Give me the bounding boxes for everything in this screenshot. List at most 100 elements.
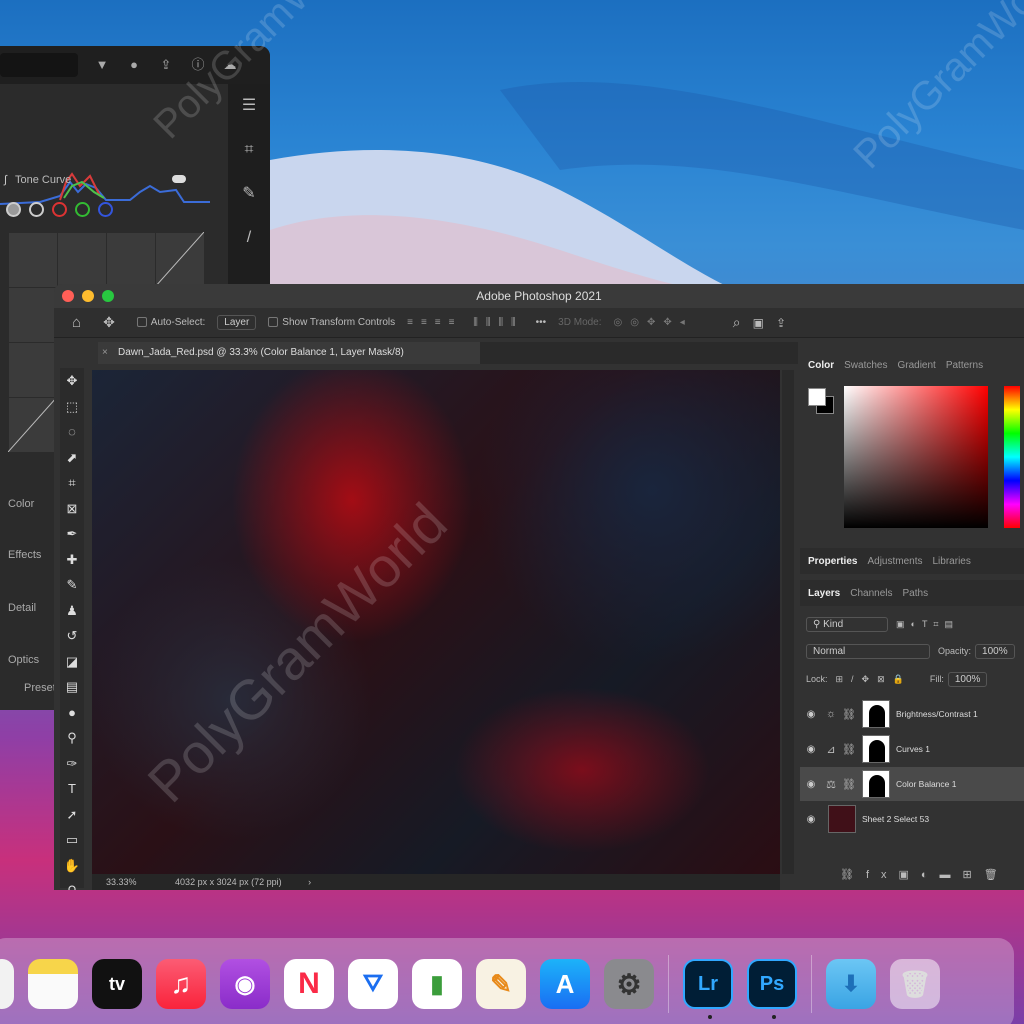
healing-tool-icon[interactable]: ✚ [60, 547, 84, 573]
tab-color[interactable]: Color [808, 360, 834, 371]
lock-icons[interactable]: ⊞/✥⊠🔒 [836, 674, 912, 685]
app-store-icon[interactable]: A [540, 959, 590, 1009]
notes-app-icon[interactable] [28, 959, 78, 1009]
history-brush-tool-icon[interactable]: ↺ [60, 623, 84, 649]
document-tab[interactable]: × Dawn_Jada_Red.psd @ 33.3% (Color Balan… [98, 342, 480, 364]
brush-icon[interactable]: / [228, 216, 270, 260]
tab-patterns[interactable]: Patterns [946, 360, 983, 371]
move-tool-icon[interactable]: ✥ [103, 314, 115, 331]
apple-tv-app-icon[interactable]: tv [92, 959, 142, 1009]
zoom-tool-icon[interactable]: ⚲ [60, 878, 84, 890]
lightroom-search-field[interactable] [0, 53, 78, 77]
pen-tool-icon[interactable]: ✑ [60, 751, 84, 777]
show-transform-checkbox[interactable]: Show Transform Controls [268, 317, 395, 328]
visibility-eye-icon[interactable]: ◉ [800, 709, 822, 720]
layer-row-selected[interactable]: ◉ ⚖ ⛓ Color Balance 1 [800, 767, 1024, 801]
opacity-field[interactable]: 100% [975, 643, 1015, 659]
red-curve-icon[interactable] [52, 202, 67, 217]
tone-curve-toggle[interactable] [172, 175, 186, 183]
dodge-tool-icon[interactable]: ⚲ [60, 725, 84, 751]
tab-libraries[interactable]: Libraries [933, 556, 971, 567]
photo-icon[interactable] [828, 805, 856, 833]
layer-mask-thumbnail[interactable] [862, 735, 890, 763]
effects-section[interactable]: Effects [8, 549, 41, 561]
tab-swatches[interactable]: Swatches [844, 360, 887, 371]
hue-slider[interactable] [1004, 386, 1020, 528]
visibility-eye-icon[interactable]: ◉ [800, 744, 822, 755]
share-icon[interactable]: ⇪ [158, 57, 174, 73]
numbers-app-icon[interactable]: ▮ [412, 959, 462, 1009]
blend-mode-select[interactable]: Normal [806, 643, 930, 659]
visibility-eye-icon[interactable]: ◉ [800, 779, 822, 790]
brush-tool-icon[interactable]: ✎ [60, 572, 84, 598]
status-chevron-icon[interactable]: › [308, 877, 311, 887]
eyedropper-tool-icon[interactable]: ✒ [60, 521, 84, 547]
foreground-color-swatch[interactable] [808, 388, 826, 406]
color-picker-field[interactable] [844, 386, 988, 528]
eraser-tool-icon[interactable]: ◪ [60, 649, 84, 675]
stamp-tool-icon[interactable]: ♟ [60, 598, 84, 624]
hand-tool-icon[interactable]: ✋ [60, 853, 84, 879]
green-curve-icon[interactable] [75, 202, 90, 217]
path-select-tool-icon[interactable]: ➚ [60, 802, 84, 828]
parametric-curve-icon[interactable] [6, 202, 21, 217]
layer-row[interactable]: ◉ ☼ ⛓ Brightness/Contrast 1 [800, 697, 1024, 731]
filter-type-icons[interactable]: ▣◐T⌗▤ [896, 619, 959, 630]
visibility-eye-icon[interactable]: ◉ [800, 814, 822, 825]
dock-app-partial[interactable] [0, 959, 14, 1009]
help-icon[interactable]: ⓘ [190, 57, 206, 73]
rgb-curve-icon[interactable] [29, 202, 44, 217]
system-preferences-icon[interactable]: ⚙ [604, 959, 654, 1009]
downloads-folder-icon[interactable]: ⬇ [826, 959, 876, 1009]
gradient-tool-icon[interactable]: ▤ [60, 674, 84, 700]
trash-icon[interactable]: 🗑 [890, 959, 940, 1009]
healing-icon[interactable]: ✎ [228, 172, 270, 216]
layer-mask-thumbnail[interactable] [862, 700, 890, 728]
edit-sliders-icon[interactable]: ☰ [228, 84, 270, 128]
marquee-tool-icon[interactable]: ⬚ [60, 394, 84, 420]
3d-tools-icons[interactable]: ◎◎✥✥◂ [614, 317, 693, 328]
tone-curve-header[interactable]: ∫ Tone Curve [4, 170, 214, 190]
tab-adjustments[interactable]: Adjustments [867, 556, 922, 567]
lightroom-app-icon[interactable]: Lr [683, 959, 733, 1019]
tab-layers[interactable]: Layers [808, 588, 840, 599]
layers-footer-icons[interactable]: ⛓fx▣◐▬⊞🗑 [840, 868, 1024, 888]
layer-row[interactable]: ◉ ⊿ ⛓ Curves 1 [800, 732, 1024, 766]
optics-section[interactable]: Optics [8, 654, 39, 666]
news-app-icon[interactable]: N [284, 959, 334, 1009]
layer-row[interactable]: ◉ Sheet 2 Select 53 [800, 802, 1024, 836]
fill-field[interactable]: 100% [947, 671, 988, 687]
tab-properties[interactable]: Properties [808, 556, 857, 567]
color-section[interactable]: Color [8, 498, 34, 510]
podcasts-app-icon[interactable]: ◉ [220, 959, 270, 1009]
crop-icon[interactable]: ⌗ [228, 128, 270, 172]
bell-icon[interactable]: ● [126, 57, 142, 73]
keynote-app-icon[interactable]: ⛛ [348, 959, 398, 1009]
layer-select[interactable]: Layer [217, 315, 257, 330]
document-canvas[interactable] [92, 370, 780, 874]
layer-mask-thumbnail[interactable] [862, 770, 890, 798]
tab-channels[interactable]: Channels [850, 588, 892, 599]
filter-kind-select[interactable]: ⚲ Kind [806, 616, 888, 632]
type-tool-icon[interactable]: T [60, 776, 84, 802]
blur-tool-icon[interactable]: ● [60, 700, 84, 726]
move-tool-icon[interactable]: ✥ [60, 368, 84, 394]
search-icon[interactable]: ⌕ [733, 314, 741, 331]
detail-section[interactable]: Detail [8, 602, 36, 614]
pages-app-icon[interactable]: ✎ [476, 959, 526, 1009]
rectangle-tool-icon[interactable]: ▭ [60, 827, 84, 853]
blue-curve-icon[interactable] [98, 202, 113, 217]
music-app-icon[interactable]: ♫ [156, 959, 206, 1009]
more-icon[interactable]: ••• [536, 317, 547, 328]
tab-close-icon[interactable]: × [102, 342, 108, 364]
auto-select-checkbox[interactable]: Auto-Select: [136, 317, 205, 328]
frame-tool-icon[interactable]: ⊠ [60, 496, 84, 522]
zoom-level[interactable]: 33.33% [106, 877, 137, 887]
align-icons[interactable]: ≡≡≡≡ ⫼⫼⫼⫼ [407, 317, 524, 328]
workspace-icon[interactable]: ▣ [753, 316, 764, 330]
canvas-scrollbar[interactable] [782, 370, 794, 874]
cloud-icon[interactable]: ☁ [222, 57, 238, 73]
filter-icon[interactable]: ▼ [94, 57, 110, 73]
share-icon[interactable]: ⇪ [776, 316, 786, 330]
crop-tool-icon[interactable]: ⌗ [60, 470, 84, 496]
